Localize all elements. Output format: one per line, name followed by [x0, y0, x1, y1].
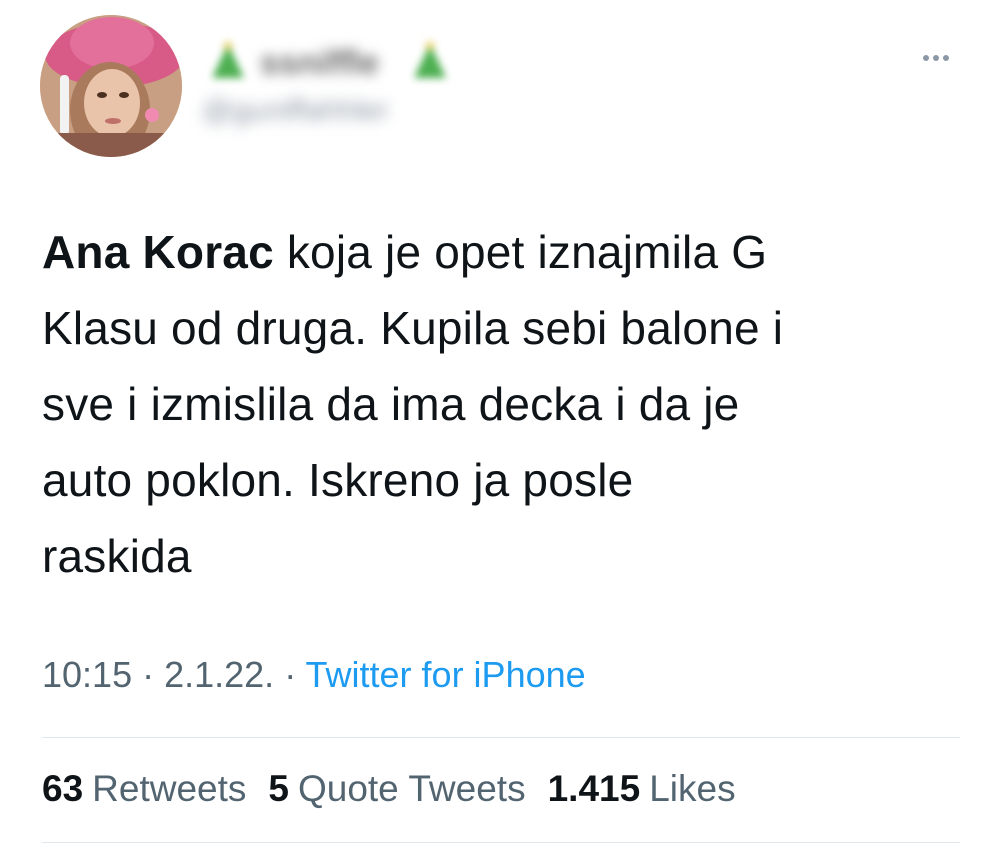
quote-tweets-stat[interactable]: 5 Quote Tweets — [268, 768, 525, 810]
tweet-text-line: sve i izmislila da ima decka i da je — [42, 378, 740, 430]
more-horizontal-icon — [923, 55, 929, 61]
more-horizontal-icon — [933, 55, 939, 61]
tweet-text: Ana Korac koja je opet iznajmila G Klasu… — [42, 214, 942, 594]
tweet-text-line: auto poklon. Iskreno ja posle — [42, 454, 634, 506]
author-display-name: ssniffle — [260, 44, 380, 82]
tweet-text-line: koja je opet iznajmila G — [273, 226, 768, 278]
retweets-label: Retweets — [92, 768, 247, 809]
green-emoji-icon — [414, 42, 446, 78]
tweet-text-line: raskida — [42, 530, 192, 582]
tweet-source-link[interactable]: Twitter for iPhone — [306, 654, 586, 695]
likes-count: 1.415 — [547, 768, 641, 809]
author-info[interactable]: ssniffle @guniffahhler — [198, 30, 478, 140]
author-handle: @guniffahhler — [202, 94, 389, 127]
tweet: ssniffle @guniffahhler Ana Korac koja je… — [0, 0, 1000, 858]
avatar-image — [40, 15, 182, 157]
tweet-mention[interactable]: Ana Korac — [42, 226, 274, 278]
meta-separator: · — [132, 654, 165, 695]
retweets-stat[interactable]: 63 Retweets — [42, 768, 246, 810]
divider — [42, 737, 960, 738]
tweet-date[interactable]: 2.1.22. — [164, 654, 274, 695]
more-horizontal-icon — [943, 55, 949, 61]
green-emoji-icon — [212, 42, 244, 78]
avatar[interactable] — [40, 15, 182, 157]
tweet-text-line: Klasu od druga. Kupila sebi balone i — [42, 302, 784, 354]
more-options-button[interactable] — [914, 46, 958, 70]
divider — [42, 842, 960, 843]
meta-separator: · — [274, 654, 306, 695]
likes-label: Likes — [649, 768, 736, 809]
quote-tweets-label: Quote Tweets — [297, 768, 526, 809]
tweet-time[interactable]: 10:15 — [42, 654, 132, 695]
tweet-meta: 10:15 · 2.1.22. · Twitter for iPhone — [42, 654, 586, 696]
retweets-count: 63 — [42, 768, 84, 809]
tweet-stats: 63 Retweets 5 Quote Tweets 1.415 Likes — [42, 768, 736, 810]
quote-tweets-count: 5 — [268, 768, 289, 809]
likes-stat[interactable]: 1.415 Likes — [548, 768, 736, 810]
